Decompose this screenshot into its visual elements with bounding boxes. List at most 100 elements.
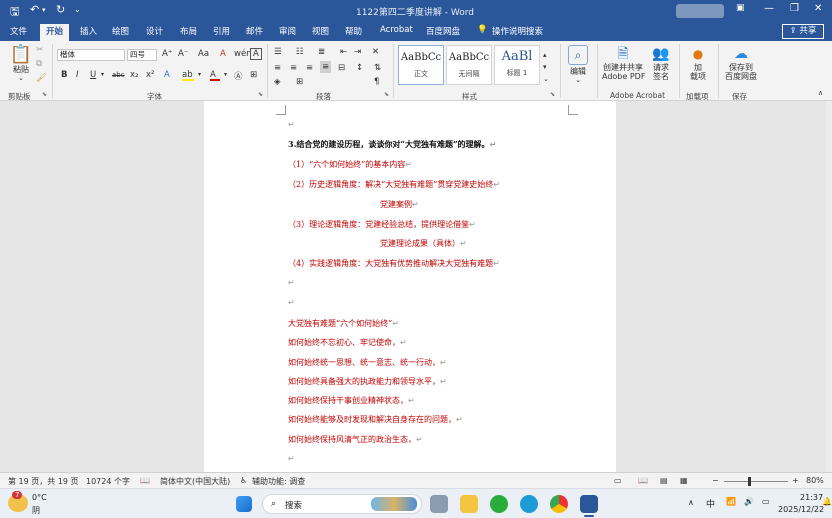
document-line[interactable]: 党建案例↵: [380, 199, 419, 210]
word-count[interactable]: 10724 个字: [86, 476, 130, 487]
tell-me-search[interactable]: 操作说明搜索: [492, 25, 543, 37]
zoom-out-button[interactable]: −: [712, 476, 719, 485]
wechat-icon[interactable]: [490, 495, 508, 513]
document-line[interactable]: 如何始终具备强大的执政能力和领导水平，↵: [288, 376, 447, 387]
document-line[interactable]: 大党独有难题“六个如何始终”↵: [288, 318, 399, 329]
change-case-button[interactable]: Aa: [198, 49, 209, 59]
redo-icon[interactable]: ↻: [56, 3, 65, 16]
close-button[interactable]: ✕: [814, 3, 822, 14]
file-explorer-icon[interactable]: [460, 495, 478, 513]
distributed-icon[interactable]: ⊟: [338, 63, 345, 73]
align-right-icon[interactable]: ≡: [306, 63, 313, 73]
editing-button[interactable]: ⌕ 编辑 ⌄: [566, 45, 590, 85]
style-heading-1[interactable]: AaBl 标题 1: [494, 45, 540, 85]
styles-scroll-down-icon[interactable]: ▾: [543, 63, 547, 71]
show-marks-icon[interactable]: ¶: [374, 77, 379, 87]
multilevel-list-icon[interactable]: ≣: [318, 47, 325, 57]
zoom-slider[interactable]: [724, 481, 788, 482]
tab-view[interactable]: 视图: [312, 25, 329, 37]
read-mode-icon[interactable]: 📖: [638, 476, 648, 485]
print-layout-icon[interactable]: ▤: [660, 476, 668, 485]
zoom-in-button[interactable]: +: [792, 476, 799, 485]
document-line[interactable]: 如何始终保持风清气正的政治生态，↵: [288, 434, 423, 445]
save-baidu-button[interactable]: ☁ 保存到 百度网盘: [722, 45, 760, 81]
tab-layout[interactable]: 布局: [180, 25, 197, 37]
save-icon[interactable]: 🖫: [10, 3, 19, 22]
tab-design[interactable]: 设计: [146, 25, 163, 37]
highlight-button[interactable]: ab: [182, 70, 194, 81]
tab-references[interactable]: 引用: [213, 25, 230, 37]
document-line[interactable]: （4）实践逻辑角度：大党独有优势推动解决大党独有难题↵: [288, 258, 500, 269]
document-line[interactable]: 党建理论成果（具体）↵: [380, 238, 467, 249]
tab-file[interactable]: 文件: [10, 25, 27, 37]
align-left-icon[interactable]: ≡: [274, 63, 281, 73]
vertical-scrollbar[interactable]: [826, 101, 832, 472]
paragraph-launcher-icon[interactable]: ⬊: [384, 91, 389, 98]
tab-insert[interactable]: 插入: [80, 25, 97, 37]
restore-button[interactable]: ❐: [790, 3, 799, 14]
customize-quick-access-icon[interactable]: ⌄: [74, 5, 81, 14]
shrink-font-button[interactable]: A⁻: [178, 49, 188, 59]
proofing-icon[interactable]: 📖: [140, 476, 150, 485]
clock-time[interactable]: 21:37: [800, 493, 823, 502]
font-launcher-icon[interactable]: ⬊: [258, 91, 263, 98]
copy-icon[interactable]: ⧉: [36, 59, 42, 69]
chevron-down-icon[interactable]: ▾: [224, 71, 227, 78]
request-signature-button[interactable]: 👥 请求 签名: [648, 45, 674, 81]
format-painter-icon[interactable]: 🖌: [36, 73, 47, 83]
wifi-icon[interactable]: 📶: [726, 497, 736, 506]
char-border-button[interactable]: A: [250, 48, 262, 60]
account-avatar[interactable]: [676, 4, 724, 18]
subscript-button[interactable]: x₂: [130, 70, 138, 80]
document-line[interactable]: ↵: [288, 120, 295, 129]
tab-draw[interactable]: 绘图: [112, 25, 129, 37]
styles-launcher-icon[interactable]: ⬊: [550, 91, 555, 98]
align-center-icon[interactable]: ≡: [290, 63, 297, 73]
document-line[interactable]: 如何始终能够及时发现和解决自身存在的问题，↵: [288, 414, 463, 425]
text-effects-icon[interactable]: A: [164, 70, 170, 80]
undo-dropdown-icon[interactable]: ▾: [42, 6, 46, 14]
grow-font-button[interactable]: A⁺: [162, 49, 172, 59]
notification-icon[interactable]: 🔔: [822, 497, 832, 506]
tab-review[interactable]: 审阅: [279, 25, 296, 37]
clipboard-launcher-icon[interactable]: ⬊: [42, 91, 47, 98]
chevron-down-icon[interactable]: ▾: [101, 71, 104, 78]
chrome-icon[interactable]: [550, 495, 568, 513]
collapse-ribbon-icon[interactable]: ∧: [818, 89, 823, 97]
numbering-icon[interactable]: ☷: [296, 47, 304, 57]
decrease-indent-icon[interactable]: ⇤: [340, 47, 347, 57]
web-layout-icon[interactable]: ▦: [680, 476, 688, 485]
document-line[interactable]: ↵: [288, 278, 295, 287]
sort-icon[interactable]: ⇅: [374, 63, 381, 73]
styles-scroll-up-icon[interactable]: ▴: [543, 51, 547, 59]
document-line[interactable]: 如何始终统一思想、统一意志、统一行动，↵: [288, 357, 447, 368]
tray-overflow-icon[interactable]: ∧: [688, 498, 694, 507]
weather-desc[interactable]: 阴: [32, 505, 40, 516]
font-size-select[interactable]: 四号: [127, 49, 157, 61]
tab-acrobat[interactable]: Acrobat: [380, 25, 413, 35]
undo-icon[interactable]: ↶: [30, 3, 39, 16]
task-view-icon[interactable]: [430, 495, 448, 513]
char-shading-icon[interactable]: ⊞: [250, 70, 257, 80]
underline-button[interactable]: U: [90, 70, 96, 80]
bold-button[interactable]: B: [61, 70, 67, 80]
document-line[interactable]: （2）历史逻辑角度：解决“大党独有难题”贯穿党建史始终↵: [288, 179, 500, 190]
document-line[interactable]: 如何始终不忘初心、牢记使命，↵: [288, 337, 407, 348]
justify-icon[interactable]: ≡: [320, 61, 332, 73]
font-color-button[interactable]: A: [210, 70, 220, 81]
document-line[interactable]: （3）理论逻辑角度：党建经验总结，提供理论借鉴↵: [288, 219, 476, 230]
create-pdf-button[interactable]: 🗎 创建并共享 Adobe PDF: [602, 45, 645, 81]
tab-help[interactable]: 帮助: [345, 25, 362, 37]
share-button[interactable]: ⇪ 共享: [782, 24, 824, 39]
edge-icon[interactable]: [520, 495, 538, 513]
zoom-slider-thumb[interactable]: [747, 477, 751, 486]
document-line[interactable]: 如何始终保持干事创业精神状态，↵: [288, 395, 415, 406]
word-icon[interactable]: [580, 495, 598, 513]
increase-indent-icon[interactable]: ⇥: [354, 47, 361, 57]
borders-icon[interactable]: ⊞: [296, 77, 303, 87]
phonetic-guide-button[interactable]: wén: [234, 49, 252, 59]
volume-icon[interactable]: 🔊: [744, 497, 754, 506]
windows-start-icon[interactable]: [236, 496, 252, 512]
bullets-icon[interactable]: ☰: [274, 47, 282, 57]
styles-more-icon[interactable]: ⌄: [543, 75, 549, 83]
